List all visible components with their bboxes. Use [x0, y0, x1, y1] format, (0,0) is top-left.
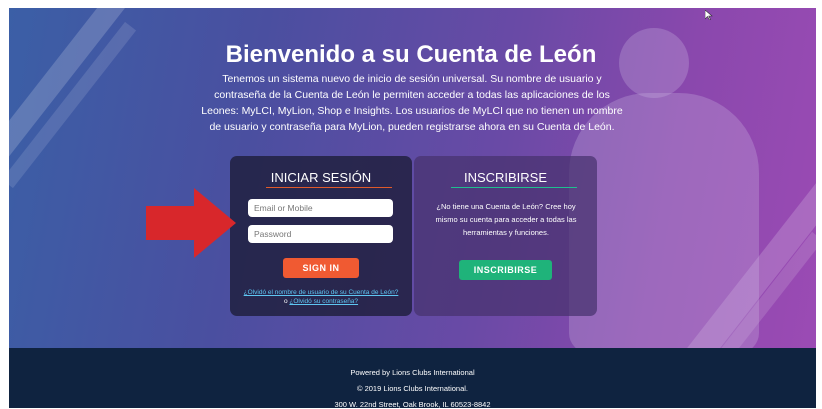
login-title: INICIAR SESIÓN — [270, 170, 372, 185]
signup-title-underline — [451, 187, 577, 188]
password-field[interactable] — [248, 225, 393, 243]
signup-panel: INSCRIBIRSE ¿No tiene una Cuenta de León… — [414, 156, 597, 316]
footer-powered-by: Powered by Lions Clubs International — [350, 368, 475, 377]
footer-copyright: © 2019 Lions Clubs International. — [356, 384, 468, 393]
login-title-underline — [266, 187, 392, 188]
signup-description: ¿No tiene una Cuenta de León? Cree hoy m… — [435, 202, 577, 237]
sign-in-button[interactable]: SIGN IN — [283, 258, 359, 278]
or-text: o — [283, 298, 288, 305]
page-title: Bienvenido a su Cuenta de León — [225, 41, 597, 68]
red-arrow-icon — [146, 188, 236, 258]
intro-text: Tenemos un sistema nuevo de inicio de se… — [201, 73, 623, 133]
forgot-password-link[interactable]: ¿Olvidó su contraseña? — [289, 298, 358, 305]
signup-title: INSCRIBIRSE — [463, 170, 548, 185]
login-panel: INICIAR SESIÓN SIGN IN ¿Olvidó el nombre… — [230, 156, 412, 316]
forgot-username-link[interactable]: ¿Olvidó el nombre de usuario de su Cuent… — [244, 289, 399, 296]
footer: Powered by Lions Clubs International © 2… — [9, 348, 816, 409]
email-field[interactable] — [248, 199, 393, 217]
mouse-cursor-icon — [705, 10, 713, 20]
register-button[interactable]: INSCRIBIRSE — [459, 260, 552, 280]
forgot-links: ¿Olvidó el nombre de usuario de su Cuent… — [230, 288, 412, 306]
